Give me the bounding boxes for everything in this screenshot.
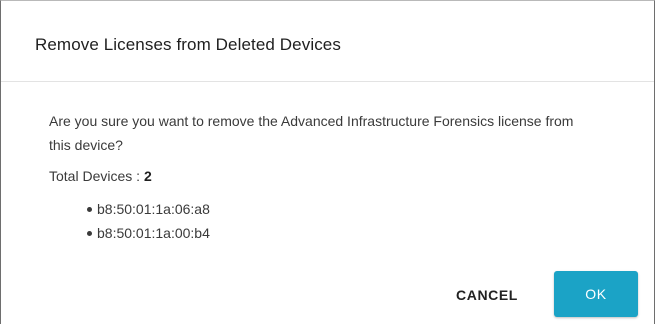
title-divider [1,81,654,82]
bullet-icon [87,231,92,236]
bullet-icon [87,207,92,212]
cancel-button[interactable]: CANCEL [433,273,541,317]
device-mac: b8:50:01:1a:00:b4 [97,225,210,241]
ok-button[interactable]: OK [554,271,638,317]
device-mac: b8:50:01:1a:06:a8 [97,201,210,217]
confirmation-message: Are you sure you want to remove the Adva… [49,113,574,153]
total-devices-count: 2 [143,168,152,184]
total-devices: Total Devices : 2 [49,164,152,188]
list-item: b8:50:01:1a:06:a8 [49,197,210,221]
device-list: b8:50:01:1a:06:a8 b8:50:01:1a:00:b4 [49,197,210,245]
remove-licenses-dialog: Remove Licenses from Deleted Devices Are… [0,0,655,324]
list-item: b8:50:01:1a:00:b4 [49,221,210,245]
total-devices-label: Total Devices : [49,168,144,184]
dialog-title: Remove Licenses from Deleted Devices [35,35,341,54]
